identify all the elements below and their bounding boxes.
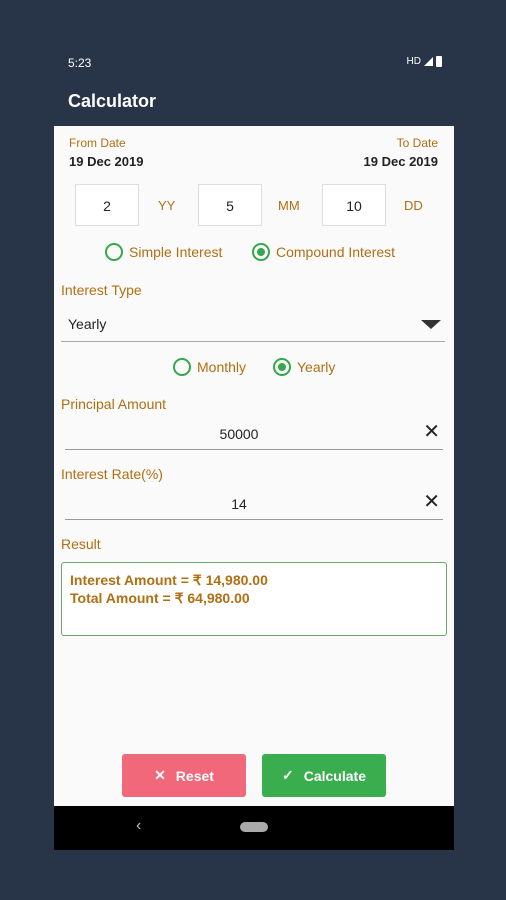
result-label: Result [61, 536, 101, 552]
status-time: 5:23 [68, 56, 92, 70]
radio-checked-icon [252, 243, 270, 261]
signal-icon [424, 57, 433, 66]
yearly-radio[interactable]: Yearly [273, 358, 335, 376]
interest-rate-label: Interest Rate(%) [61, 466, 163, 482]
radio-checked-icon [273, 358, 291, 376]
check-icon: ✓ [282, 767, 294, 783]
from-date-label: From Date [69, 136, 126, 150]
days-field[interactable]: 10 [322, 184, 386, 226]
close-icon[interactable]: ✕ [423, 492, 440, 512]
years-label: YY [158, 198, 176, 213]
simple-interest-label: Simple Interest [129, 244, 223, 260]
interest-rate-value: 14 [231, 496, 247, 512]
interest-amount-text: Interest Amount = ₹ 14,980.00 [70, 572, 268, 588]
interest-type-dropdown[interactable]: Yearly [61, 306, 445, 342]
simple-interest-radio[interactable]: Simple Interest [105, 243, 222, 261]
days-label: DD [404, 198, 423, 213]
close-icon[interactable]: ✕ [423, 422, 440, 442]
principal-value: 50000 [219, 426, 259, 442]
app-bar: Calculator [54, 82, 454, 122]
principal-label: Principal Amount [61, 396, 167, 412]
compound-interest-label: Compound Interest [276, 244, 396, 260]
compound-interest-radio[interactable]: Compound Interest [252, 243, 395, 261]
close-icon: ✕ [154, 767, 166, 783]
calculator-form: From Date 19 Dec 2019 To Date 19 Dec 201… [54, 126, 454, 806]
navigation-bar: ‹ [54, 806, 454, 850]
home-pill-icon[interactable] [240, 822, 268, 832]
battery-icon [436, 56, 442, 67]
principal-input[interactable]: 50000 ✕ [65, 420, 443, 450]
interest-rate-input[interactable]: 14 ✕ [65, 490, 443, 520]
radio-unchecked-icon [105, 243, 123, 261]
page-title: Calculator [68, 91, 157, 111]
reset-label: Reset [175, 767, 214, 784]
status-bar: 5:23 HD [54, 52, 454, 74]
triangle-down-icon [421, 320, 441, 329]
hd-label: HD [406, 56, 421, 67]
yearly-label: Yearly [297, 359, 336, 375]
reset-button[interactable]: ✕ Reset [122, 754, 246, 797]
interest-type-label: Interest Type [61, 282, 142, 298]
status-icons: HD [407, 56, 442, 67]
monthly-radio[interactable]: Monthly [173, 358, 246, 376]
months-field[interactable]: 5 [198, 184, 262, 226]
calculate-label: Calculate [303, 767, 366, 784]
monthly-label: Monthly [197, 359, 247, 375]
from-date-value[interactable]: 19 Dec 2019 [69, 154, 143, 169]
radio-unchecked-icon [173, 358, 191, 376]
interest-type-value: Yearly [68, 316, 107, 332]
years-field[interactable]: 2 [75, 184, 139, 226]
to-date-label: To Date [396, 136, 438, 150]
calculate-button[interactable]: ✓ Calculate [262, 754, 386, 797]
result-box: Interest Amount = ₹ 14,980.00 Total Amou… [61, 562, 447, 636]
to-date-value[interactable]: 19 Dec 2019 [364, 154, 438, 169]
total-amount-text: Total Amount = ₹ 64,980.00 [70, 590, 250, 606]
months-label: MM [278, 198, 300, 213]
chevron-left-icon[interactable]: ‹ [136, 817, 141, 835]
